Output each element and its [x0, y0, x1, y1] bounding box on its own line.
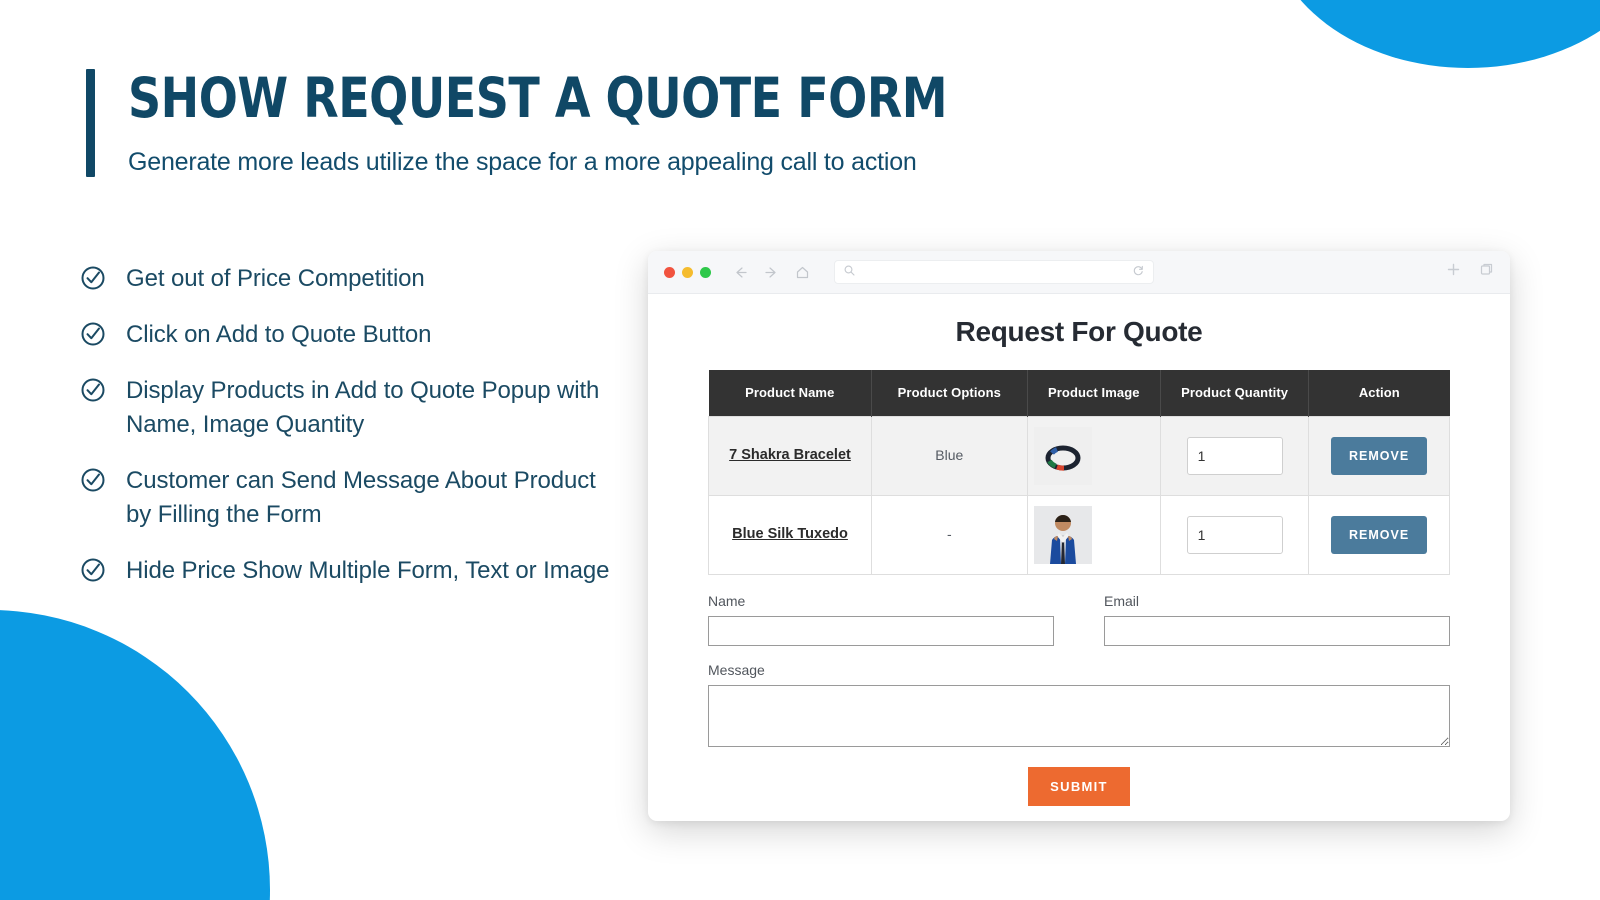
cell-product-name: 7 Shakra Bracelet: [707, 415, 873, 496]
feature-item: Click on Add to Quote Button: [80, 318, 620, 352]
product-options-value: Blue: [935, 446, 964, 463]
cell-product-quantity: [1159, 415, 1310, 496]
browser-chrome-right-icons: [1446, 262, 1494, 282]
table-row: Blue Silk Tuxedo - 1 REMOVE: [707, 494, 1450, 575]
feature-label: Get out of Price Competition: [126, 265, 425, 292]
cell-product-image: [1026, 415, 1162, 496]
submit-button[interactable]: SUBMIT: [1028, 766, 1130, 806]
browser-nav-icons: [733, 265, 810, 280]
feature-item: Get out of Price Competition: [80, 262, 620, 296]
page-title: SHOW REQUEST A QUOTE FORM: [128, 66, 948, 130]
check-circle-icon: [80, 321, 106, 347]
quote-form-title: Request For Quote: [955, 316, 1203, 347]
remove-button[interactable]: REMOVE: [1331, 515, 1428, 554]
heading-block: SHOW REQUEST A QUOTE FORM Generate more …: [86, 69, 1009, 177]
table-row: 7 Shakra Bracelet Blue 1 REMOVE: [707, 415, 1450, 496]
page-content: Request For Quote Product Name Product O…: [648, 294, 1510, 806]
forward-arrow-icon[interactable]: [764, 265, 779, 280]
close-window-button[interactable]: [664, 266, 675, 278]
quote-contact-form: Name Email Message SUBMIT: [708, 593, 1450, 806]
check-circle-icon: [80, 377, 106, 403]
check-circle-icon: [80, 467, 106, 493]
message-textarea[interactable]: [708, 684, 1450, 747]
product-options-value: -: [946, 525, 952, 542]
name-input[interactable]: [708, 615, 1054, 646]
cell-product-image: [1026, 494, 1162, 575]
url-input[interactable]: [861, 266, 1127, 278]
tuxedo-thumbnail: [1033, 505, 1154, 564]
home-icon[interactable]: [795, 265, 810, 280]
new-window-icon[interactable]: [1479, 262, 1494, 282]
cell-product-options: -: [871, 494, 1028, 575]
heading-accent-bar: [86, 69, 95, 177]
cell-product-quantity: [1159, 494, 1310, 575]
name-label: Name: [708, 592, 746, 609]
product-name-link[interactable]: 7 Shakra Bracelet: [729, 444, 851, 466]
feature-label: Customer can Send Message About Product …: [126, 467, 596, 529]
cell-product-name: Blue Silk Tuxedo: [707, 494, 873, 575]
table-header-row: Product Name Product Options Product Ima…: [708, 370, 1450, 417]
remove-button[interactable]: REMOVE: [1331, 436, 1428, 475]
name-field-group: Name: [708, 593, 1054, 646]
form-row-name-email: Name Email: [708, 593, 1450, 646]
feature-label: Display Products in Add to Quote Popup w…: [126, 377, 600, 439]
email-label: Email: [1104, 592, 1140, 609]
message-field-group: Message: [708, 662, 1450, 747]
reload-icon[interactable]: [1133, 263, 1144, 281]
quantity-input[interactable]: [1186, 515, 1283, 554]
feature-label: Hide Price Show Multiple Form, Text or I…: [126, 557, 610, 585]
decorative-blob-top-right: [1268, 0, 1600, 68]
message-label: Message: [708, 661, 765, 678]
search-icon: [844, 263, 855, 281]
feature-label: Click on Add to Quote Button: [126, 321, 432, 349]
quantity-input[interactable]: [1186, 436, 1283, 475]
traffic-lights: [664, 266, 711, 278]
column-header-action: Action: [1308, 370, 1450, 417]
feature-list: Get out of Price Competition Click on Ad…: [80, 262, 620, 611]
submit-row: SUBMIT: [708, 766, 1450, 806]
column-header-product-options: Product Options: [871, 370, 1028, 417]
feature-item: Display Products in Add to Quote Popup w…: [80, 374, 620, 442]
cell-action: REMOVE: [1308, 494, 1450, 575]
browser-chrome: [648, 251, 1510, 294]
check-circle-icon: [80, 557, 106, 583]
cell-action: REMOVE: [1308, 415, 1450, 496]
slide-canvas: SHOW REQUEST A QUOTE FORM Generate more …: [0, 0, 1600, 900]
column-header-product-image: Product Image: [1027, 370, 1162, 417]
feature-item: Hide Price Show Multiple Form, Text or I…: [80, 554, 620, 588]
decorative-blob-bottom-left: [0, 610, 270, 900]
check-circle-icon: [80, 265, 106, 291]
back-arrow-icon[interactable]: [733, 265, 748, 280]
browser-window-mockup: Request For Quote Product Name Product O…: [648, 251, 1510, 821]
email-field-group: Email: [1104, 593, 1450, 646]
maximize-window-button[interactable]: [700, 266, 711, 278]
product-name-link[interactable]: Blue Silk Tuxedo: [732, 523, 848, 545]
quote-products-table: Product Name Product Options Product Ima…: [707, 370, 1450, 575]
email-input[interactable]: [1104, 615, 1450, 646]
bracelet-thumbnail: [1033, 426, 1154, 485]
plus-icon[interactable]: [1446, 262, 1461, 282]
minimize-window-button[interactable]: [682, 266, 693, 278]
column-header-product-quantity: Product Quantity: [1160, 370, 1310, 417]
cell-product-options: Blue: [871, 415, 1028, 496]
page-subtitle: Generate more leads utilize the space fo…: [128, 148, 917, 176]
address-bar[interactable]: [834, 260, 1154, 284]
feature-item: Customer can Send Message About Product …: [80, 464, 620, 532]
column-header-product-name: Product Name: [708, 370, 873, 417]
